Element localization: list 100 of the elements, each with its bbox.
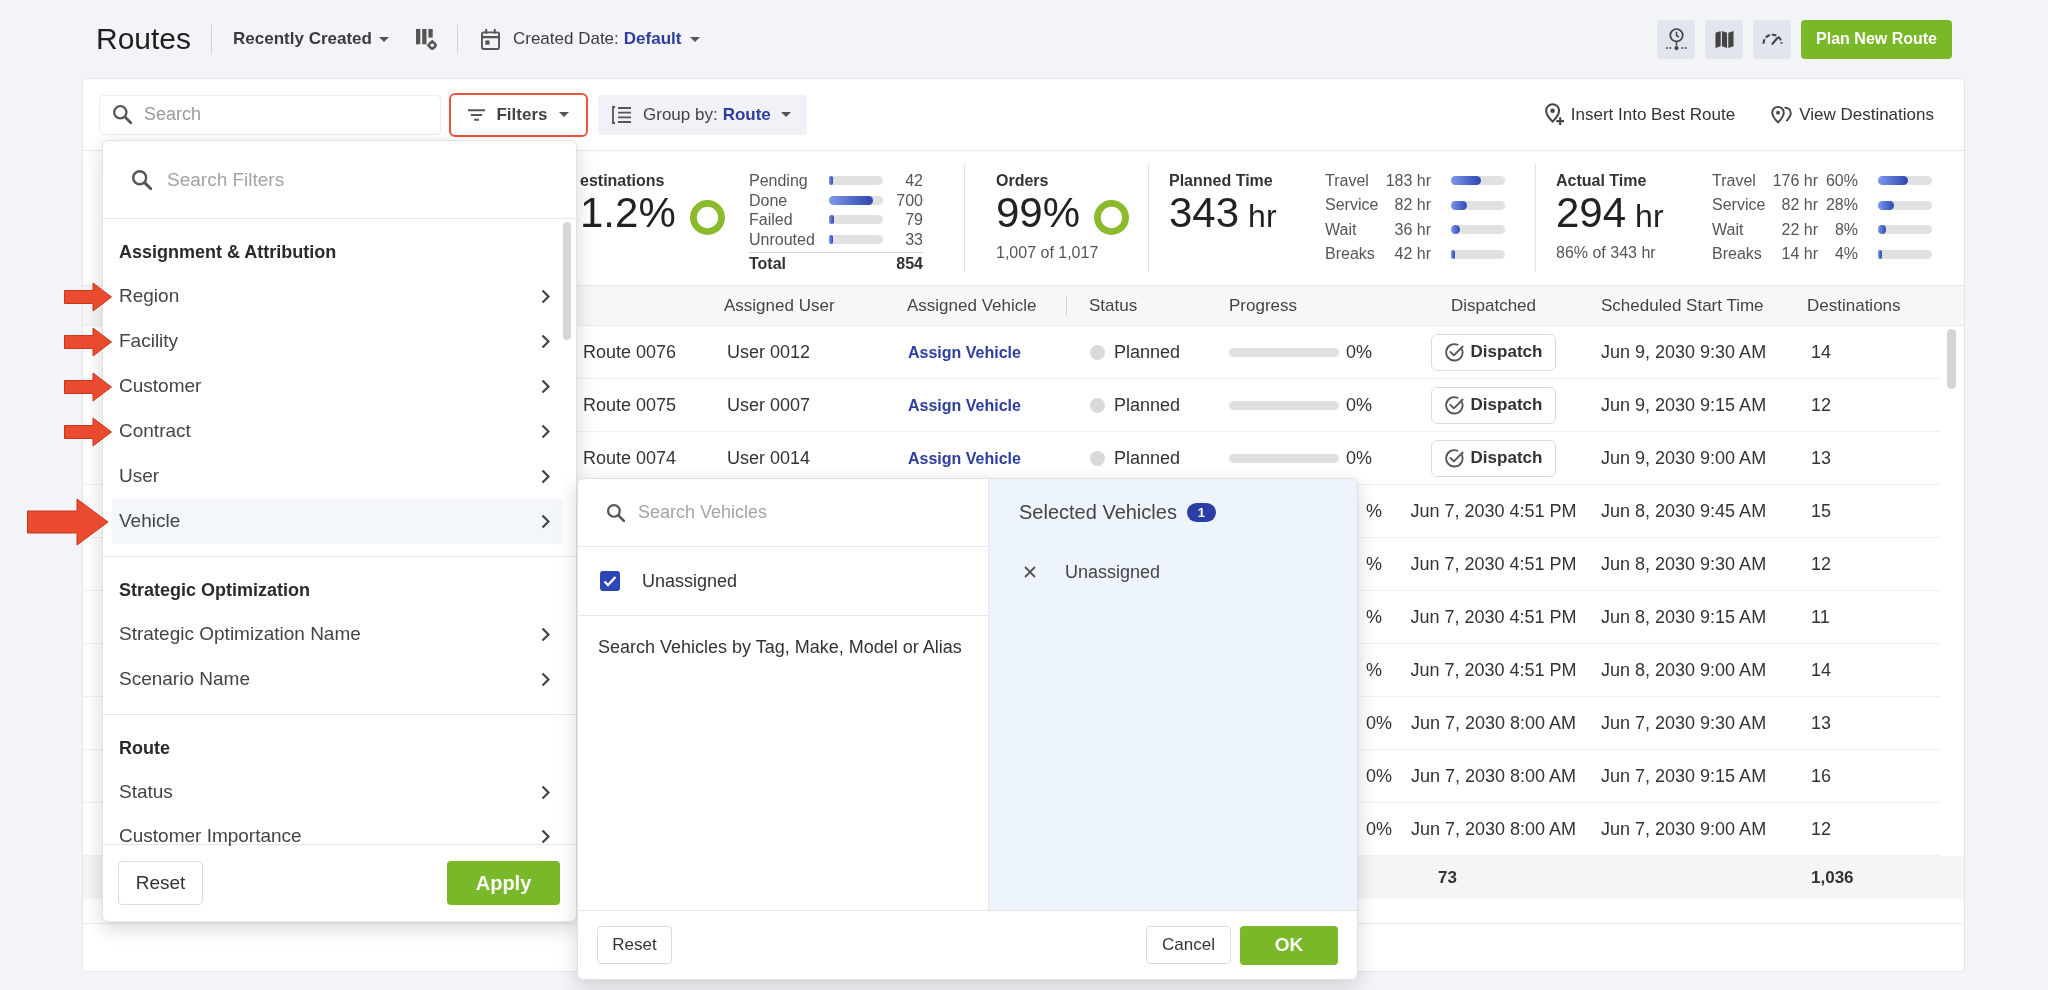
dispatched-time: Jun 7, 2030 4:51 PM (1410, 658, 1577, 682)
chevron-right-icon (541, 424, 550, 439)
stat-number: 700 (896, 191, 923, 209)
progress-percent: 0% (1366, 711, 1392, 735)
page-title: Routes (96, 21, 192, 57)
gauge-icon (1761, 33, 1783, 45)
search-input[interactable]: Search (144, 95, 440, 134)
status-label: Planned (1114, 446, 1181, 470)
stat-label: Pending (749, 172, 808, 190)
calendar-icon (480, 28, 500, 50)
vehicle-search-field[interactable]: Search Vehicles (638, 479, 988, 546)
search-icon (607, 503, 625, 522)
column-header: Scheduled Start Time (1601, 294, 1764, 317)
stat-label: Wait (1325, 220, 1357, 238)
filter-icon (468, 108, 486, 121)
gauge-button[interactable] (1753, 19, 1792, 59)
view-destinations-button[interactable]: View Destinations (1771, 101, 1934, 128)
column-header: Assigned User (724, 294, 835, 317)
search-icon (113, 105, 132, 124)
column-settings-icon[interactable] (415, 28, 437, 50)
stat-percent: 4% (1834, 245, 1858, 263)
caret-icon (690, 36, 701, 42)
progress-percent: 0% (1366, 817, 1392, 841)
stat-number: 22 hr (1781, 220, 1818, 238)
destination-count: 16 (1811, 765, 1832, 786)
filter-item[interactable]: User (112, 454, 562, 499)
filter-item[interactable]: Scenario Name (112, 657, 562, 702)
column-header: Dispatched (1450, 294, 1537, 317)
filter-search-field[interactable]: Search Filters (167, 141, 576, 218)
dispatched-time: Jun 7, 2030 8:00 AM (1410, 764, 1577, 788)
total-value: 1,036 (1811, 867, 1854, 887)
clock-pin-button[interactable] (1657, 19, 1696, 59)
date-filter-dropdown[interactable]: Created Date: Default (480, 22, 701, 56)
destination-count: 15 (1811, 500, 1832, 521)
scheduled-time: Jun 7, 2030 9:30 AM (1601, 712, 1767, 733)
assign-vehicle-link[interactable]: Assign Vehicle (908, 396, 1021, 414)
filter-item[interactable]: Status (112, 770, 562, 815)
cancel-button[interactable]: Cancel (1146, 926, 1231, 964)
scheduled-time: Jun 9, 2030 9:30 AM (1601, 341, 1767, 362)
search-field[interactable]: Search (99, 94, 441, 135)
scrollbar-thumb[interactable] (1947, 329, 1956, 389)
section-heading: Route (119, 736, 170, 760)
filter-item[interactable]: Vehicle (112, 499, 562, 544)
filter-item[interactable]: Customer (112, 364, 562, 409)
search-icon (132, 169, 152, 190)
group-by-dropdown[interactable]: Group by: Route (598, 94, 807, 135)
progress-percent: % (1366, 552, 1382, 576)
dispatch-button[interactable]: Dispatch (1431, 333, 1556, 371)
scrollbar-thumb[interactable] (563, 222, 571, 340)
stat-percent: 60% (1825, 171, 1858, 189)
chevron-right-icon (541, 785, 550, 800)
dispatch-button[interactable]: Dispatch (1431, 439, 1556, 477)
map-button[interactable] (1705, 19, 1744, 59)
clock-pin-icon (1665, 27, 1687, 51)
destination-count: 12 (1811, 818, 1832, 839)
progress-percent: % (1366, 658, 1382, 682)
column-header: Status (1089, 294, 1138, 317)
checkbox[interactable] (600, 571, 620, 591)
stat-label: Service (1325, 196, 1379, 214)
stat-title: estinations (580, 172, 665, 189)
assign-vehicle-link[interactable]: Assign Vehicle (908, 449, 1021, 467)
filter-item[interactable]: Facility (112, 319, 562, 364)
column-header: Assigned Vehicle (907, 294, 1037, 317)
dispatched-time: Jun 7, 2030 4:51 PM (1410, 552, 1577, 576)
dispatch-button[interactable]: Dispatch (1431, 386, 1556, 424)
progress-percent: 0% (1346, 340, 1372, 364)
chevron-right-icon (541, 627, 550, 642)
stat-label: Service (1712, 196, 1766, 214)
close-icon[interactable] (1024, 566, 1036, 578)
assign-vehicle-link[interactable]: Assign Vehicle (908, 343, 1021, 361)
scheduled-time: Jun 8, 2030 9:30 AM (1601, 553, 1767, 574)
caret-icon (378, 36, 389, 42)
progress-percent: 0% (1346, 446, 1372, 470)
check-circle-icon (1444, 448, 1464, 468)
insert-route-button[interactable]: Insert Into Best Route (1544, 101, 1736, 128)
filter-item[interactable]: Contract (112, 409, 562, 454)
progress-percent: 0% (1346, 393, 1372, 417)
check-circle-icon (1444, 395, 1464, 415)
filter-item[interactable]: Region (112, 274, 562, 319)
dispatched-time: Jun 7, 2030 4:51 PM (1410, 605, 1577, 629)
stat-label: Travel (1325, 171, 1369, 189)
stat-title: Planned Time (1169, 172, 1273, 189)
stat-label: Wait (1712, 220, 1744, 238)
destination-count: 12 (1811, 394, 1832, 415)
reset-button[interactable]: Reset (597, 926, 672, 964)
destination-count: 13 (1811, 712, 1832, 733)
route-name: Route 0074 (583, 447, 677, 468)
destination-count: 12 (1811, 553, 1832, 574)
filter-item[interactable]: Strategic Optimization Name (112, 612, 562, 657)
reset-button[interactable]: Reset (118, 861, 203, 905)
status-label: Planned (1114, 393, 1181, 417)
filter-item[interactable]: Customer Importance (112, 815, 562, 847)
sort-dropdown[interactable]: Recently Created (233, 22, 389, 56)
filters-button[interactable]: Filters (449, 92, 588, 137)
route-name: Route 0075 (583, 394, 677, 415)
total-label: Total (749, 253, 787, 274)
panel-title: Selected Vehicles (1019, 500, 1177, 525)
stat-label: Breaks (1712, 245, 1762, 263)
stat-number: 82 hr (1781, 196, 1818, 214)
scheduled-time: Jun 7, 2030 9:00 AM (1601, 818, 1767, 839)
